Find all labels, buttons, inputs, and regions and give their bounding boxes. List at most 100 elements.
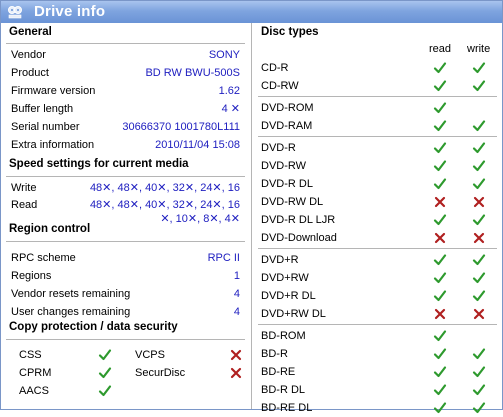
securdisc-cross-icon: [230, 367, 242, 379]
dvd-ram-write-check-icon: [472, 120, 486, 132]
bd-re-write-check-icon: [472, 366, 486, 378]
dvd-ram-label: DVD-RAM: [261, 120, 313, 132]
dvd-r-dl-ljr-label: DVD-R DL LJR: [261, 214, 336, 226]
dvd-r-dl-label: DVD-R DL: [261, 178, 313, 190]
speed-separator: [6, 176, 245, 177]
buffer-length-row: Buffer length 4 ✕: [11, 100, 240, 118]
serial-number-value: 30666370 1001780L111: [122, 121, 240, 133]
user-changes-remaining-value: 4: [233, 306, 240, 318]
product-row: Product BD RW BWU-500S: [11, 64, 240, 82]
disc-drive-icon: [8, 6, 22, 19]
drive-info-window: Drive info General Vendor SONY Product BD R…: [0, 0, 503, 414]
dvd-rw-dl-read-cross-icon: [434, 308, 446, 320]
dvd-r-dl-ljr-read-check-icon: [433, 214, 447, 226]
general-heading: General: [9, 26, 52, 38]
aacs-label: AACS: [19, 385, 49, 397]
cd-rw-read-check-icon: [433, 80, 447, 92]
window-title: Drive info: [34, 3, 106, 20]
vendor-row: Vendor SONY: [11, 46, 240, 64]
serial-number-row: Serial number 30666370 1001780L111: [11, 118, 240, 136]
panel-divider: [251, 23, 252, 409]
cd-r-write-check-icon: [472, 62, 486, 74]
firmware-version-label: Firmware version: [11, 85, 96, 97]
disc-group-separator: [258, 136, 497, 137]
cd-rw-write-check-icon: [472, 80, 486, 92]
copy-protection-heading: Copy protection / data security: [9, 321, 178, 333]
left-panel: General Vendor SONY Product BD RW BWU-500S F…: [1, 23, 250, 409]
general-separator: [6, 43, 245, 44]
bd-r-dl-write-check-icon: [472, 384, 486, 396]
region-heading: Region control: [9, 223, 91, 235]
bd-rom-label: BD-ROM: [261, 330, 306, 342]
dvd-r-dl-label: DVD+R DL: [261, 290, 316, 302]
bd-re-label: BD-RE: [261, 366, 296, 378]
vendor-value: SONY: [208, 49, 240, 61]
bd-re-dl-write-check-icon: [472, 402, 486, 414]
dvd-rw-read-check-icon: [433, 272, 447, 284]
disc-group-separator: [258, 324, 497, 325]
bd-r-dl-label: BD-R DL: [261, 384, 306, 396]
dvd-r-dl-read-check-icon: [433, 290, 447, 302]
right-panel: Disc types read write CD-R CD-RW DVD-ROM DV…: [253, 23, 502, 414]
securdisc-label: SecurDisc: [135, 367, 186, 379]
bd-re-dl-read-check-icon: [433, 402, 447, 414]
extra-information-value: 2010/11/04 15:08: [155, 139, 240, 151]
speed-heading: Speed settings for current media: [9, 158, 189, 170]
dvd-rw-write-check-icon: [472, 160, 486, 172]
dvd-download-label: DVD-Download: [261, 232, 337, 244]
firmware-version-row: Firmware version 1.62: [11, 82, 240, 100]
dvd-r-write-check-icon: [472, 142, 486, 154]
disc-group-separator: [258, 248, 497, 249]
extra-information-row: Extra information 2010/11/04 15:08: [11, 136, 240, 154]
dvd-r-dl-write-check-icon: [472, 290, 486, 302]
cd-rw-label: CD-RW: [261, 80, 299, 92]
dvd-rw-dl-read-cross-icon: [434, 196, 446, 208]
dvd-rw-write-check-icon: [472, 272, 486, 284]
copy-protection-separator: [6, 339, 245, 340]
dvd-rw-label: DVD+RW: [261, 272, 309, 284]
rpc-scheme-value: RPC II: [207, 252, 240, 264]
aacs-check-icon: [98, 385, 112, 397]
dvd-r-dl-write-check-icon: [472, 178, 486, 190]
title-bar: Drive info: [1, 1, 502, 23]
dvd-download-write-cross-icon: [473, 232, 485, 244]
product-value: BD RW BWU-500S: [145, 67, 240, 79]
dvd-download-read-cross-icon: [434, 232, 446, 244]
rpc-scheme-row: RPC scheme RPC II: [11, 249, 240, 267]
read-speed-label: Read: [11, 199, 38, 211]
cprm-check-icon: [98, 367, 112, 379]
serial-number-label: Serial number: [11, 121, 80, 133]
cd-r-read-check-icon: [433, 62, 447, 74]
dvd-r-dl-read-check-icon: [433, 178, 447, 190]
dvd-r-read-check-icon: [433, 254, 447, 266]
dvd-r-label: DVD+R: [261, 254, 299, 266]
css-label: CSS: [19, 349, 42, 361]
extra-information-label: Extra information: [11, 139, 95, 151]
write-speed-label: Write: [11, 182, 37, 194]
bd-rom-read-check-icon: [433, 330, 447, 342]
vcps-label: VCPS: [135, 349, 165, 361]
dvd-rom-label: DVD-ROM: [261, 102, 314, 114]
dvd-r-read-check-icon: [433, 142, 447, 154]
dvd-rw-dl-write-cross-icon: [473, 196, 485, 208]
bd-r-label: BD-R: [261, 348, 288, 360]
dvd-rw-read-check-icon: [433, 160, 447, 172]
buffer-length-label: Buffer length: [11, 103, 74, 115]
cprm-label: CPRM: [19, 367, 52, 379]
bd-r-read-check-icon: [433, 348, 447, 360]
dvd-rom-read-check-icon: [433, 102, 447, 114]
user-changes-remaining-row: User changes remaining 4: [11, 303, 240, 321]
regions-row: Regions 1: [11, 267, 240, 285]
firmware-version-value: 1.62: [218, 85, 240, 97]
region-separator: [6, 241, 245, 242]
dvd-ram-read-check-icon: [433, 120, 447, 132]
vendor-resets-remaining-label: Vendor resets remaining: [11, 288, 131, 300]
vendor-label: Vendor: [11, 49, 46, 61]
buffer-length-value: 4 ✕: [221, 103, 240, 115]
disc-types-heading: Disc types: [261, 26, 319, 38]
bd-re-read-check-icon: [433, 366, 447, 378]
write-speed-value: 48✕, 48✕, 40✕, 32✕, 24✕, 16: [89, 182, 240, 194]
disc-group-separator: [258, 96, 497, 97]
regions-value: 1: [233, 270, 240, 282]
dvd-rw-dl-label: DVD+RW DL: [261, 308, 326, 320]
